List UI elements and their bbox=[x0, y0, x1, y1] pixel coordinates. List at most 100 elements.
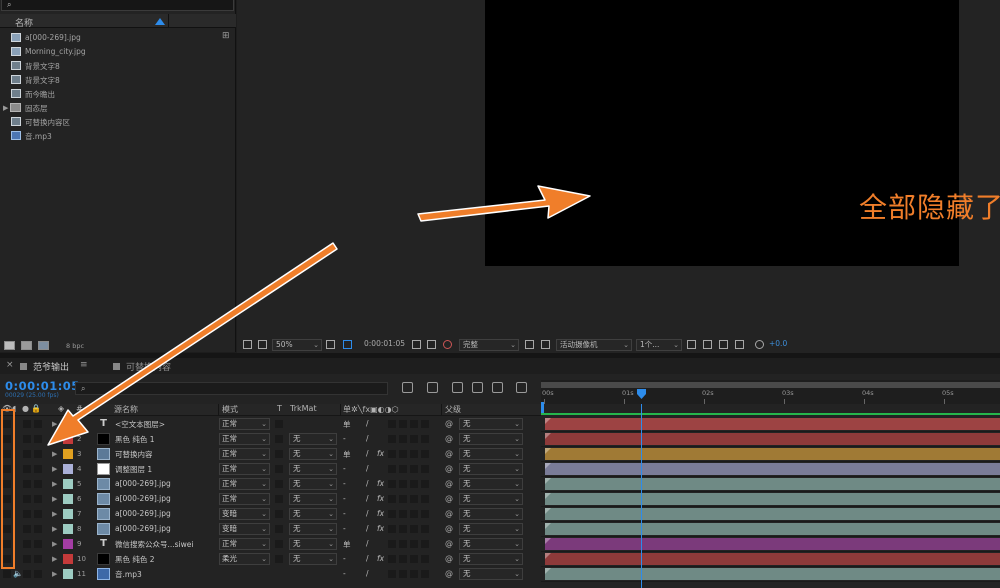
project-item[interactable]: 可替换内容区 bbox=[0, 115, 236, 129]
blend-mode-dropdown[interactable]: 变暗 ⌄ bbox=[219, 523, 270, 535]
frame-blend-toggle[interactable] bbox=[388, 570, 396, 578]
region-of-interest-icon[interactable] bbox=[525, 340, 534, 349]
layer-row[interactable]: ▶ 3 可替换内容 正常 ⌄ 无 ⌄ 单 / fx @ 无 ⌄ bbox=[0, 447, 1000, 462]
layer-duration-bar[interactable] bbox=[545, 478, 1000, 490]
label-color-swatch[interactable] bbox=[63, 569, 73, 579]
effects-switch[interactable]: fx bbox=[377, 449, 384, 458]
solo-toggle[interactable] bbox=[23, 480, 31, 488]
track-matte-dropdown[interactable]: 无 ⌄ bbox=[289, 523, 337, 535]
flowchart-view-icon[interactable] bbox=[735, 340, 744, 349]
column-separator[interactable] bbox=[441, 404, 442, 416]
solo-column-icon[interactable]: ● bbox=[22, 404, 29, 413]
frame-blending-icon[interactable] bbox=[472, 382, 483, 393]
current-time-line[interactable] bbox=[641, 404, 642, 588]
number-column-icon[interactable]: # bbox=[76, 404, 83, 413]
color-channel-icon[interactable] bbox=[443, 340, 452, 349]
layer-name[interactable]: <空文本图层> bbox=[115, 419, 165, 430]
frame-blend-toggle[interactable] bbox=[388, 495, 396, 503]
solo-toggle[interactable] bbox=[23, 525, 31, 533]
label-color-swatch[interactable] bbox=[63, 419, 73, 429]
solo-toggle[interactable] bbox=[23, 555, 31, 563]
label-color-swatch[interactable] bbox=[63, 524, 73, 534]
3d-layer-toggle[interactable] bbox=[421, 420, 429, 428]
video-toggle[interactable] bbox=[3, 570, 11, 578]
solo-toggle[interactable] bbox=[23, 510, 31, 518]
solo-toggle[interactable] bbox=[23, 570, 31, 578]
layer-name[interactable]: a[000-269].jpg bbox=[115, 494, 171, 503]
pick-whip-icon[interactable]: @ bbox=[445, 569, 453, 578]
pick-whip-icon[interactable]: @ bbox=[445, 449, 453, 458]
expand-arrow-icon[interactable]: ▶ bbox=[52, 420, 57, 428]
parent-dropdown[interactable]: 无 ⌄ bbox=[459, 493, 523, 505]
layer-row[interactable]: 🔈 ▶ 11 音.mp3- / @ 无 ⌄ bbox=[0, 567, 1000, 582]
layer-row[interactable]: ▶ 5 a[000-269].jpg 正常 ⌄ 无 ⌄ - / fx @ 无 ⌄ bbox=[0, 477, 1000, 492]
parent-dropdown[interactable]: 无 ⌄ bbox=[459, 418, 523, 430]
column-separator[interactable] bbox=[340, 404, 341, 416]
mode-header[interactable]: 模式 bbox=[222, 404, 238, 415]
pick-whip-icon[interactable]: @ bbox=[445, 479, 453, 488]
layer-name[interactable]: 音.mp3 bbox=[115, 569, 142, 580]
preserve-transparency-toggle[interactable] bbox=[275, 450, 283, 458]
lock-toggle[interactable] bbox=[34, 480, 42, 488]
layer-duration-bar[interactable] bbox=[545, 538, 1000, 550]
column-separator[interactable] bbox=[218, 404, 219, 416]
expand-arrow-icon[interactable]: ▶ bbox=[52, 570, 57, 578]
frame-blend-toggle[interactable] bbox=[388, 465, 396, 473]
frame-blend-toggle[interactable] bbox=[388, 525, 396, 533]
preserve-transparency-toggle[interactable] bbox=[275, 510, 283, 518]
blend-mode-dropdown[interactable]: 正常 ⌄ bbox=[219, 538, 270, 550]
solo-toggle[interactable] bbox=[23, 420, 31, 428]
quality-switch[interactable]: / bbox=[366, 479, 369, 488]
layer-name[interactable]: a[000-269].jpg bbox=[115, 524, 171, 533]
layer-duration-bar[interactable] bbox=[545, 493, 1000, 505]
label-color-swatch[interactable] bbox=[63, 554, 73, 564]
shy-switch[interactable]: - bbox=[343, 509, 346, 518]
composition-viewer[interactable]: 全部隐藏了 bbox=[237, 0, 1000, 337]
project-item[interactable]: a[000-269].jpg bbox=[0, 31, 236, 45]
quality-switch[interactable]: / bbox=[366, 434, 369, 443]
lock-toggle[interactable] bbox=[34, 540, 42, 548]
preserve-transparency-toggle[interactable] bbox=[275, 495, 283, 503]
shy-switch[interactable]: 单 bbox=[343, 419, 351, 430]
layer-duration-bar[interactable] bbox=[545, 448, 1000, 460]
shy-switch[interactable]: - bbox=[343, 524, 346, 533]
expand-arrow-icon[interactable]: ▶ bbox=[52, 555, 57, 563]
expand-arrow-icon[interactable]: ▶ bbox=[52, 510, 57, 518]
bit-depth-label[interactable]: 8 bpc bbox=[66, 342, 84, 350]
show-snapshot-icon[interactable] bbox=[427, 340, 436, 349]
adjustment-layer-toggle[interactable] bbox=[410, 555, 418, 563]
solo-toggle[interactable] bbox=[23, 495, 31, 503]
expand-arrow-icon[interactable]: ▶ bbox=[52, 525, 57, 533]
adjustment-layer-toggle[interactable] bbox=[410, 480, 418, 488]
always-preview-icon[interactable] bbox=[243, 340, 252, 349]
timeline-icon[interactable] bbox=[719, 340, 728, 349]
frame-blend-toggle[interactable] bbox=[388, 435, 396, 443]
layer-duration-bar[interactable] bbox=[545, 523, 1000, 535]
fast-previews-icon[interactable] bbox=[703, 340, 712, 349]
motion-blur-toggle[interactable] bbox=[399, 435, 407, 443]
blend-mode-dropdown[interactable]: 变暗 ⌄ bbox=[219, 508, 270, 520]
lock-column-icon[interactable]: 🔒 bbox=[31, 404, 41, 413]
quality-switch[interactable]: / bbox=[366, 569, 369, 578]
project-search-input[interactable]: ⌕ bbox=[1, 0, 234, 11]
shy-switch[interactable]: 单 bbox=[343, 449, 351, 460]
frame-blend-toggle[interactable] bbox=[388, 510, 396, 518]
label-color-swatch[interactable] bbox=[63, 434, 73, 444]
expand-arrow-icon[interactable]: ▶ bbox=[3, 104, 8, 112]
parent-dropdown[interactable]: 无 ⌄ bbox=[459, 523, 523, 535]
preserve-transparency-toggle[interactable] bbox=[275, 480, 283, 488]
label-color-swatch[interactable] bbox=[63, 449, 73, 459]
preserve-transparency-toggle[interactable] bbox=[275, 420, 283, 428]
layer-search-input[interactable]: ⌕ bbox=[75, 382, 388, 395]
track-matte-dropdown[interactable]: 无 ⌄ bbox=[289, 553, 337, 565]
camera-dropdown[interactable]: 活动摄像机 ⌄ bbox=[556, 339, 632, 351]
motion-blur-toggle[interactable] bbox=[399, 450, 407, 458]
3d-layer-toggle[interactable] bbox=[421, 435, 429, 443]
project-item[interactable]: ▶ 固态层 bbox=[0, 101, 236, 115]
column-separator[interactable] bbox=[168, 14, 169, 28]
3d-layer-toggle[interactable] bbox=[421, 525, 429, 533]
lock-toggle[interactable] bbox=[34, 465, 42, 473]
close-icon[interactable]: × bbox=[6, 360, 14, 370]
shy-switch[interactable]: - bbox=[343, 434, 346, 443]
adjustment-layer-toggle[interactable] bbox=[410, 465, 418, 473]
